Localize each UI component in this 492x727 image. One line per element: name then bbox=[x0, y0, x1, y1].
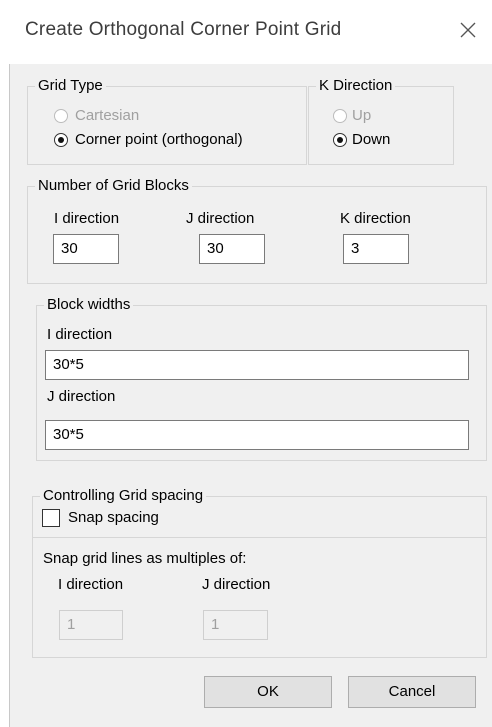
blocks-k-input[interactable]: 3 bbox=[343, 234, 409, 264]
spacing-i-label: I direction bbox=[58, 576, 124, 593]
spacing-i-input[interactable]: 1 bbox=[59, 610, 123, 640]
k-direction-group: K Direction bbox=[308, 78, 454, 165]
radio-up[interactable] bbox=[333, 109, 347, 123]
grid-type-legend: Grid Type bbox=[38, 77, 103, 94]
radio-corner-point-label: Corner point (orthogonal) bbox=[75, 131, 243, 148]
grid-blocks-group: Number of Grid Blocks bbox=[27, 178, 487, 284]
radio-down-label: Down bbox=[352, 131, 391, 148]
grid-blocks-legend: Number of Grid Blocks bbox=[38, 177, 189, 194]
widths-j-input[interactable]: 30*5 bbox=[45, 420, 469, 450]
spacing-j-input[interactable]: 1 bbox=[203, 610, 268, 640]
ok-button[interactable]: OK bbox=[204, 676, 332, 708]
radio-up-label: Up bbox=[352, 107, 372, 124]
radio-cartesian-label: Cartesian bbox=[75, 107, 140, 124]
spacing-j-label: J direction bbox=[202, 576, 271, 593]
block-widths-legend: Block widths bbox=[47, 296, 131, 313]
widths-j-label: J direction bbox=[47, 388, 116, 405]
dialog-body: Grid Type Cartesian Corner point (orthog… bbox=[10, 64, 492, 727]
title-bar: Create Orthogonal Corner Point Grid bbox=[0, 0, 492, 64]
close-icon[interactable] bbox=[452, 14, 484, 46]
window-edge bbox=[0, 64, 10, 727]
dialog-title: Create Orthogonal Corner Point Grid bbox=[25, 19, 342, 40]
widths-i-input[interactable]: 30*5 bbox=[45, 350, 469, 380]
cancel-button[interactable]: Cancel bbox=[348, 676, 476, 708]
spacing-divider bbox=[33, 537, 486, 538]
widths-i-label: I direction bbox=[47, 326, 113, 343]
grid-spacing-legend: Controlling Grid spacing bbox=[43, 487, 204, 504]
snap-multiples-label: Snap grid lines as multiples of: bbox=[43, 550, 247, 567]
radio-corner-point[interactable] bbox=[54, 133, 68, 147]
blocks-j-input[interactable]: 30 bbox=[199, 234, 265, 264]
blocks-k-label: K direction bbox=[340, 210, 411, 227]
radio-down[interactable] bbox=[333, 133, 347, 147]
blocks-i-input[interactable]: 30 bbox=[53, 234, 119, 264]
blocks-i-label: I direction bbox=[54, 210, 120, 227]
snap-spacing-label: Snap spacing bbox=[68, 509, 159, 526]
blocks-j-label: J direction bbox=[186, 210, 255, 227]
snap-spacing-checkbox[interactable] bbox=[42, 509, 60, 527]
radio-cartesian[interactable] bbox=[54, 109, 68, 123]
k-direction-legend: K Direction bbox=[319, 77, 393, 94]
grid-type-group: Grid Type bbox=[27, 78, 307, 165]
